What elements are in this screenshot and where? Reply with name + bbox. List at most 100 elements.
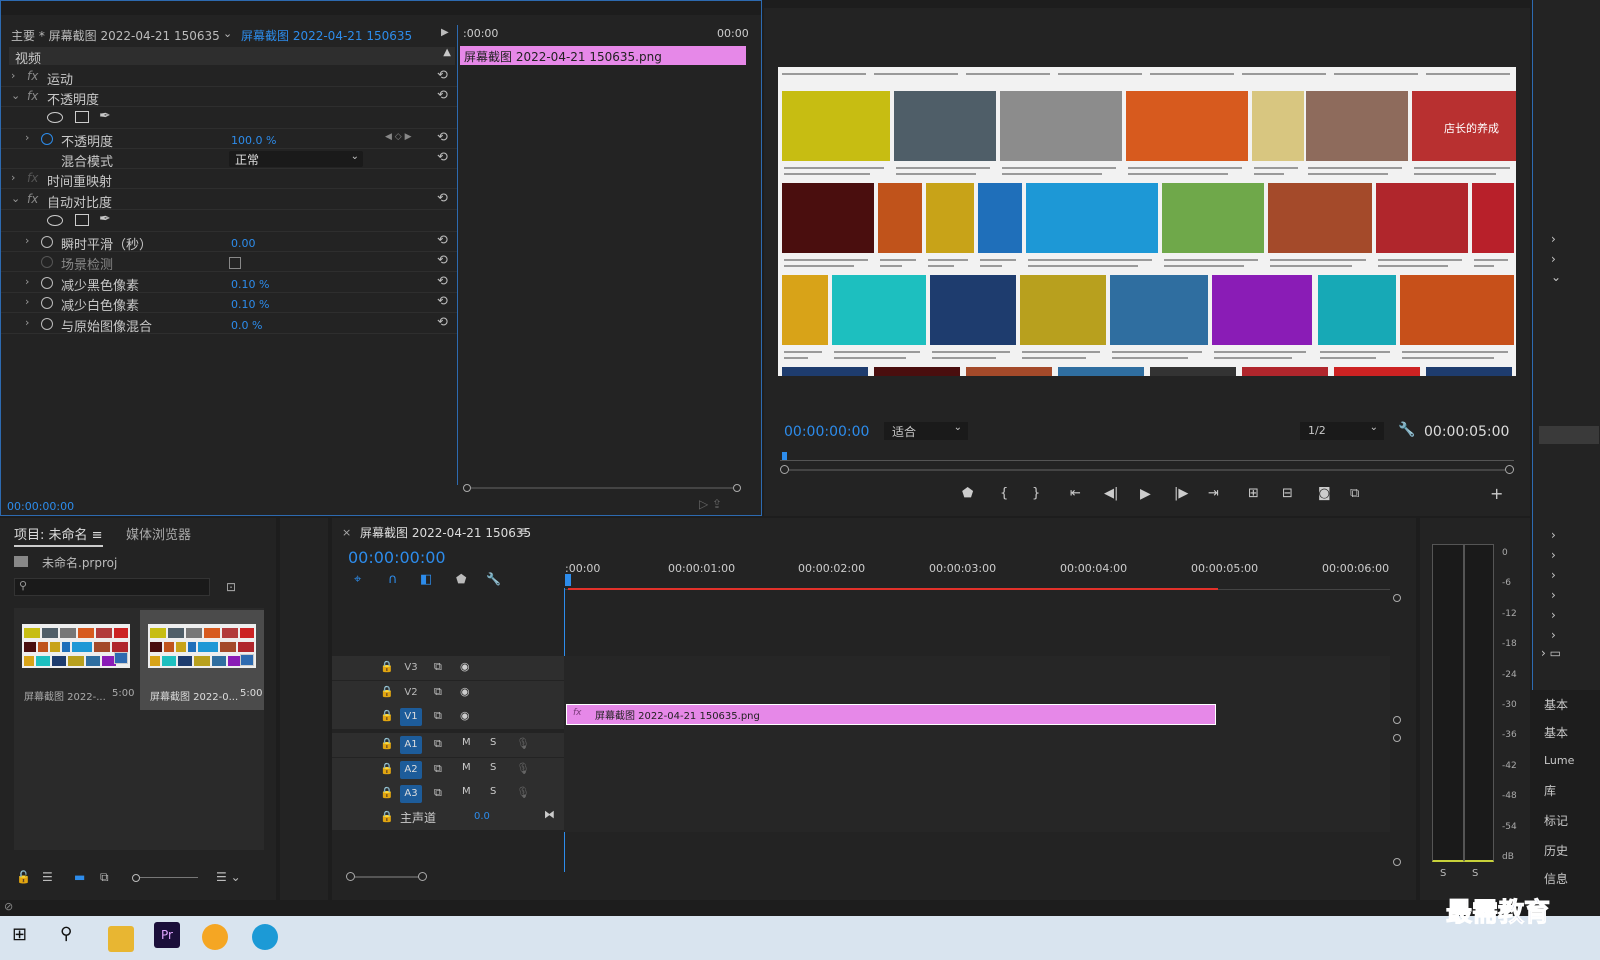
- sync-lock-icon[interactable]: ⧉: [434, 737, 442, 751]
- reset-icon[interactable]: ⟲: [437, 233, 448, 248]
- lock-icon[interactable]: 🔒: [380, 762, 394, 775]
- mic-icon[interactable]: 🎙: [516, 762, 530, 775]
- mute-button[interactable]: M: [462, 737, 471, 748]
- panel-tab-essential[interactable]: 基本: [1544, 696, 1568, 713]
- project-item-selected[interactable]: 屏幕截图 2022-0... 5:00: [140, 610, 264, 710]
- timeline-zoom-bar[interactable]: [346, 872, 1390, 882]
- compare-view-icon[interactable]: ⧉: [1350, 486, 1359, 501]
- track-header-v1[interactable]: 🔒 V1 ⧉ ◉: [332, 705, 564, 729]
- stopwatch-icon[interactable]: [41, 236, 53, 248]
- eye-icon[interactable]: ◉: [460, 685, 470, 698]
- wrench-icon[interactable]: 🔧: [1398, 422, 1415, 438]
- effect-row-time-remap[interactable]: › fx 时间重映射: [1, 169, 457, 190]
- clip-label[interactable]: 屏幕截图 2022-04-21 150635 * ...: [241, 27, 413, 44]
- go-to-in-icon[interactable]: ⇤: [1070, 486, 1081, 501]
- windows-start-icon[interactable]: ⊞: [12, 924, 38, 950]
- mic-icon[interactable]: 🎙: [516, 737, 530, 750]
- effect-row-auto-contrast[interactable]: ⌄ fx 自动对比度 ⟲: [1, 190, 457, 211]
- lock-icon[interactable]: 🔒: [380, 685, 394, 698]
- edge-icon[interactable]: [252, 924, 278, 950]
- play-icon[interactable]: ▶: [1140, 486, 1151, 502]
- tab-media-browser[interactable]: 媒体浏览器: [126, 524, 191, 543]
- reset-icon[interactable]: ⟲: [437, 68, 448, 83]
- thumb-size-slider[interactable]: [132, 874, 200, 882]
- chevron-right-icon[interactable]: ›: [1551, 588, 1556, 602]
- panel-tab-history[interactable]: 历史: [1544, 842, 1568, 859]
- param-row-smoothing[interactable]: › 瞬时平滑（秒） 0.00 ⟲: [1, 232, 457, 253]
- master-end-icon[interactable]: ⧓: [544, 808, 555, 821]
- chevron-right-icon[interactable]: › ▭: [1541, 646, 1561, 660]
- blend-mode-select[interactable]: 正常 ⌄: [229, 151, 363, 167]
- scroll-thumb[interactable]: [1539, 426, 1599, 444]
- add-marker-icon[interactable]: ⬟: [962, 486, 973, 501]
- eye-icon[interactable]: ◉: [460, 709, 470, 722]
- v-scroll-top[interactable]: [1393, 594, 1401, 602]
- add-marker-icon[interactable]: ⬟: [456, 572, 466, 586]
- ec-scrollbar[interactable]: [463, 484, 741, 492]
- sync-lock-icon[interactable]: ⧉: [434, 762, 442, 776]
- chevron-right-icon[interactable]: ›: [1551, 548, 1556, 562]
- reset-icon[interactable]: ⟲: [437, 315, 448, 330]
- panel-tab-essential-2[interactable]: 基本: [1544, 724, 1568, 741]
- param-row-blend-original[interactable]: › 与原始图像混合 0.0 % ⟲: [1, 314, 457, 335]
- v-scroll-mid[interactable]: [1393, 716, 1401, 724]
- fit-select[interactable]: 适合 ⌄: [884, 422, 968, 440]
- rect-mask-icon[interactable]: [75, 214, 89, 226]
- linked-selection-icon[interactable]: ∩: [388, 572, 398, 587]
- new-bin-icon[interactable]: ⊡: [226, 580, 236, 594]
- sync-lock-icon[interactable]: ⧉: [434, 685, 442, 699]
- chevron-right-icon[interactable]: ›: [1551, 252, 1556, 266]
- chevron-down-icon[interactable]: ⌄: [1551, 270, 1561, 284]
- program-timecode[interactable]: 00:00:00:00: [784, 424, 869, 440]
- effect-row-opacity[interactable]: ⌄ fx 不透明度 ⟲: [1, 87, 457, 108]
- camera-icon[interactable]: ◙: [1318, 486, 1331, 501]
- stopwatch-icon[interactable]: [41, 133, 53, 145]
- go-to-out-icon[interactable]: ⇥: [1208, 486, 1219, 501]
- track-header-v3[interactable]: 🔒 V3 ⧉ ◉: [332, 656, 564, 680]
- step-back-icon[interactable]: ◀|: [1104, 486, 1118, 501]
- a-scroll-top[interactable]: [1393, 734, 1401, 742]
- track-header-v2[interactable]: 🔒 V2 ⧉ ◉: [332, 681, 564, 705]
- chevron-down-icon[interactable]: ⌄: [223, 27, 232, 40]
- stopwatch-icon[interactable]: [41, 297, 53, 309]
- a-scroll-bottom[interactable]: [1393, 858, 1401, 866]
- menu-icon[interactable]: ≡: [518, 524, 528, 538]
- reset-icon[interactable]: ⟲: [437, 191, 448, 206]
- menu-icon[interactable]: ≡: [92, 528, 103, 543]
- panel-tab-markers[interactable]: 标记: [1544, 812, 1568, 829]
- snap-icon[interactable]: ⌖: [354, 572, 361, 587]
- project-search-input[interactable]: ⚲: [14, 578, 210, 596]
- solo-right-button[interactable]: S: [1472, 868, 1478, 879]
- stopwatch-icon[interactable]: [41, 318, 53, 330]
- pen-mask-icon[interactable]: ✒: [99, 211, 111, 227]
- file-explorer-icon[interactable]: [108, 926, 134, 952]
- reset-icon[interactable]: ⟲: [437, 130, 448, 145]
- lock-icon[interactable]: 🔒: [380, 737, 394, 750]
- play-only-icon[interactable]: ▶: [441, 27, 449, 38]
- search-icon[interactable]: ⚲: [60, 924, 86, 950]
- export-icon[interactable]: ▷ ⇪: [699, 497, 722, 511]
- extract-icon[interactable]: ⊟: [1282, 486, 1293, 501]
- program-scrub-bar[interactable]: [780, 448, 1514, 462]
- wrench-icon[interactable]: 🔧: [486, 572, 501, 586]
- lift-icon[interactable]: ⊞: [1248, 486, 1259, 501]
- icon-view-icon[interactable]: ▬: [74, 870, 85, 884]
- panel-tab-lumetri[interactable]: Lume: [1544, 754, 1574, 767]
- chevron-right-icon[interactable]: ›: [1551, 232, 1556, 246]
- opacity-value[interactable]: 100.0 %: [231, 134, 276, 147]
- lock-icon[interactable]: 🔒: [380, 810, 394, 823]
- panel-tab-libraries[interactable]: 库: [1544, 782, 1556, 799]
- close-icon[interactable]: ×: [342, 526, 351, 539]
- collapse-icon[interactable]: ▲: [443, 47, 451, 58]
- track-header-master[interactable]: 🔒 主声道 0.0 ⧓: [332, 806, 564, 830]
- solo-button[interactable]: S: [490, 737, 496, 748]
- insert-overwrite-icon[interactable]: ◧: [420, 572, 432, 587]
- reset-icon[interactable]: ⟲: [437, 274, 448, 289]
- work-area-bar[interactable]: [568, 588, 1218, 590]
- scene-detect-checkbox[interactable]: [229, 257, 241, 269]
- lock-icon[interactable]: 🔒: [380, 709, 394, 722]
- chevron-right-icon[interactable]: ›: [1551, 568, 1556, 582]
- eye-icon[interactable]: ◉: [460, 660, 470, 673]
- add-button-icon[interactable]: +: [1490, 484, 1503, 503]
- effect-row-motion[interactable]: › fx 运动 ⟲: [1, 67, 457, 88]
